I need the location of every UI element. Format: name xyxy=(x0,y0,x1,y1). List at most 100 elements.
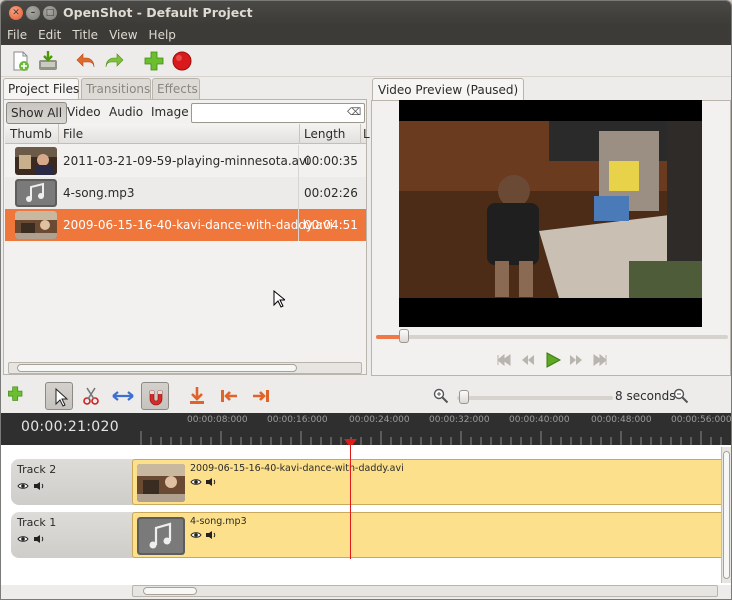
speaker-icon[interactable] xyxy=(205,530,217,540)
magnet-icon xyxy=(149,390,163,406)
scrollbar-thumb[interactable] xyxy=(143,587,197,595)
snapping-toggle-button[interactable] xyxy=(141,382,169,410)
scrollbar-thumb[interactable] xyxy=(723,451,730,579)
openshot-window: ✕ – □ OpenShot - Default Project File Edi… xyxy=(0,0,732,600)
save-icon[interactable] xyxy=(37,50,59,72)
eye-icon[interactable] xyxy=(17,481,29,491)
audio-thumbnail xyxy=(15,179,57,207)
timeline-tracks: Track 2 2009-06-15-16-40-kavi-dance-with… xyxy=(1,445,731,585)
undo-icon[interactable] xyxy=(75,50,97,72)
video-frame-image xyxy=(399,121,702,298)
clear-search-icon[interactable]: ⌫ xyxy=(347,107,361,118)
track-header[interactable]: Track 1 xyxy=(11,512,139,558)
menu-help[interactable]: Help xyxy=(143,25,181,42)
timeline-ruler[interactable]: 00:00:21:020 00:00:08:000 00:00:16:000 0… xyxy=(1,413,731,448)
menu-file[interactable]: File xyxy=(1,25,32,42)
filter-show-all-button[interactable]: Show All xyxy=(6,102,68,124)
timeline-horizontal-scrollbar[interactable] xyxy=(132,585,718,597)
main-toolbar xyxy=(1,45,731,77)
filter-video-button[interactable]: Video xyxy=(63,102,105,124)
column-thumb[interactable]: Thumb xyxy=(10,127,52,141)
files-table-header: Thumb File Length L xyxy=(5,124,370,144)
next-marker-icon[interactable] xyxy=(247,382,275,410)
menu-view[interactable]: View xyxy=(103,25,142,42)
zoom-out-icon[interactable] xyxy=(673,388,689,404)
table-row-selected[interactable]: 2009-06-15-16-40-kavi-dance-with-daddy.a… xyxy=(5,209,366,241)
track-name: Track 2 xyxy=(17,463,57,476)
search-input[interactable]: ⌫ xyxy=(191,103,365,123)
title-bar: ✕ – □ OpenShot - Default Project xyxy=(1,1,731,25)
file-name: 2011-03-21-09-59-playing-minnesota.avi xyxy=(63,154,310,168)
preview-seek-slider[interactable] xyxy=(376,329,728,343)
video-thumbnail xyxy=(15,147,57,175)
zoom-level-label: 8 seconds xyxy=(615,389,676,403)
clip-name: 4-song.mp3 xyxy=(190,516,247,527)
zoom-in-icon[interactable] xyxy=(433,388,449,404)
table-row[interactable]: 4-song.mp3 00:02:26 xyxy=(5,177,366,209)
column-file[interactable]: File xyxy=(63,127,83,141)
eye-icon[interactable] xyxy=(190,477,202,487)
fast-forward-icon[interactable] xyxy=(568,353,584,367)
tab-effects[interactable]: Effects xyxy=(152,78,200,100)
redo-icon[interactable] xyxy=(103,50,125,72)
column-extra[interactable]: L xyxy=(363,127,370,141)
record-icon[interactable] xyxy=(171,50,193,72)
filter-audio-button[interactable]: Audio xyxy=(105,102,147,124)
minimize-window-button[interactable]: – xyxy=(26,6,40,20)
menu-bar: File Edit Title View Help xyxy=(1,25,731,45)
skip-end-icon[interactable] xyxy=(592,353,608,367)
filter-bar: Show All Video Audio Image ⌫ xyxy=(5,102,365,124)
speaker-icon[interactable] xyxy=(33,534,45,544)
mouse-cursor-icon xyxy=(273,290,285,308)
eye-icon[interactable] xyxy=(190,530,202,540)
project-files-panel: Show All Video Audio Image ⌫ Thumb File … xyxy=(3,99,370,375)
clip-thumbnail xyxy=(137,517,185,555)
menu-title[interactable]: Title xyxy=(66,25,103,42)
tab-video-preview[interactable]: Video Preview (Paused) xyxy=(372,78,525,101)
file-name: 2009-06-15-16-40-kavi-dance-with-daddy.a… xyxy=(63,218,333,232)
tracks-vertical-scrollbar[interactable] xyxy=(721,447,731,583)
zoom-slider-handle[interactable] xyxy=(459,390,469,404)
track-name: Track 1 xyxy=(17,516,57,529)
file-name: 4-song.mp3 xyxy=(63,186,135,200)
files-horizontal-scrollbar[interactable] xyxy=(8,362,362,374)
video-thumbnail xyxy=(15,211,57,239)
column-length[interactable]: Length xyxy=(304,127,345,141)
rewind-icon[interactable] xyxy=(520,353,536,367)
seek-handle[interactable] xyxy=(399,329,410,343)
select-tool-button[interactable] xyxy=(45,382,73,410)
file-length: 00:02:26 xyxy=(304,186,358,200)
ruler-ticks xyxy=(140,431,722,445)
video-canvas xyxy=(399,100,702,327)
video-clip[interactable]: 2009-06-15-16-40-kavi-dance-with-daddy.a… xyxy=(132,459,724,505)
new-file-icon[interactable] xyxy=(9,50,31,72)
add-marker-icon[interactable] xyxy=(183,382,211,410)
filter-image-button[interactable]: Image xyxy=(147,102,193,124)
playhead-line[interactable] xyxy=(350,441,351,559)
menu-edit[interactable]: Edit xyxy=(32,25,66,42)
razor-scissors-icon[interactable] xyxy=(77,382,105,410)
play-icon[interactable] xyxy=(544,351,562,369)
track-header[interactable]: Track 2 xyxy=(11,459,139,505)
clip-name: 2009-06-15-16-40-kavi-dance-with-daddy.a… xyxy=(190,463,404,474)
speaker-icon[interactable] xyxy=(205,477,217,487)
speaker-icon[interactable] xyxy=(33,481,45,491)
previous-marker-icon[interactable] xyxy=(215,382,243,410)
close-window-button[interactable]: ✕ xyxy=(9,6,23,20)
maximize-window-button[interactable]: □ xyxy=(43,6,57,20)
add-icon[interactable] xyxy=(143,50,165,72)
add-track-icon[interactable] xyxy=(5,382,29,410)
window-title: OpenShot - Default Project xyxy=(63,5,253,20)
table-row[interactable]: 2011-03-21-09-59-playing-minnesota.avi 0… xyxy=(5,145,366,177)
eye-icon[interactable] xyxy=(17,534,29,544)
resize-arrows-icon[interactable] xyxy=(109,382,137,410)
tab-transitions[interactable]: Transitions xyxy=(81,78,151,100)
file-length: 00:04:51 xyxy=(304,218,358,232)
zoom-slider[interactable] xyxy=(457,390,613,404)
pointer-icon xyxy=(55,387,69,407)
skip-start-icon[interactable] xyxy=(496,353,512,367)
scrollbar-thumb[interactable] xyxy=(17,364,297,372)
file-length: 00:00:35 xyxy=(304,154,358,168)
audio-clip[interactable]: 4-song.mp3 xyxy=(132,512,724,558)
tab-project-files[interactable]: Project Files xyxy=(3,78,79,101)
